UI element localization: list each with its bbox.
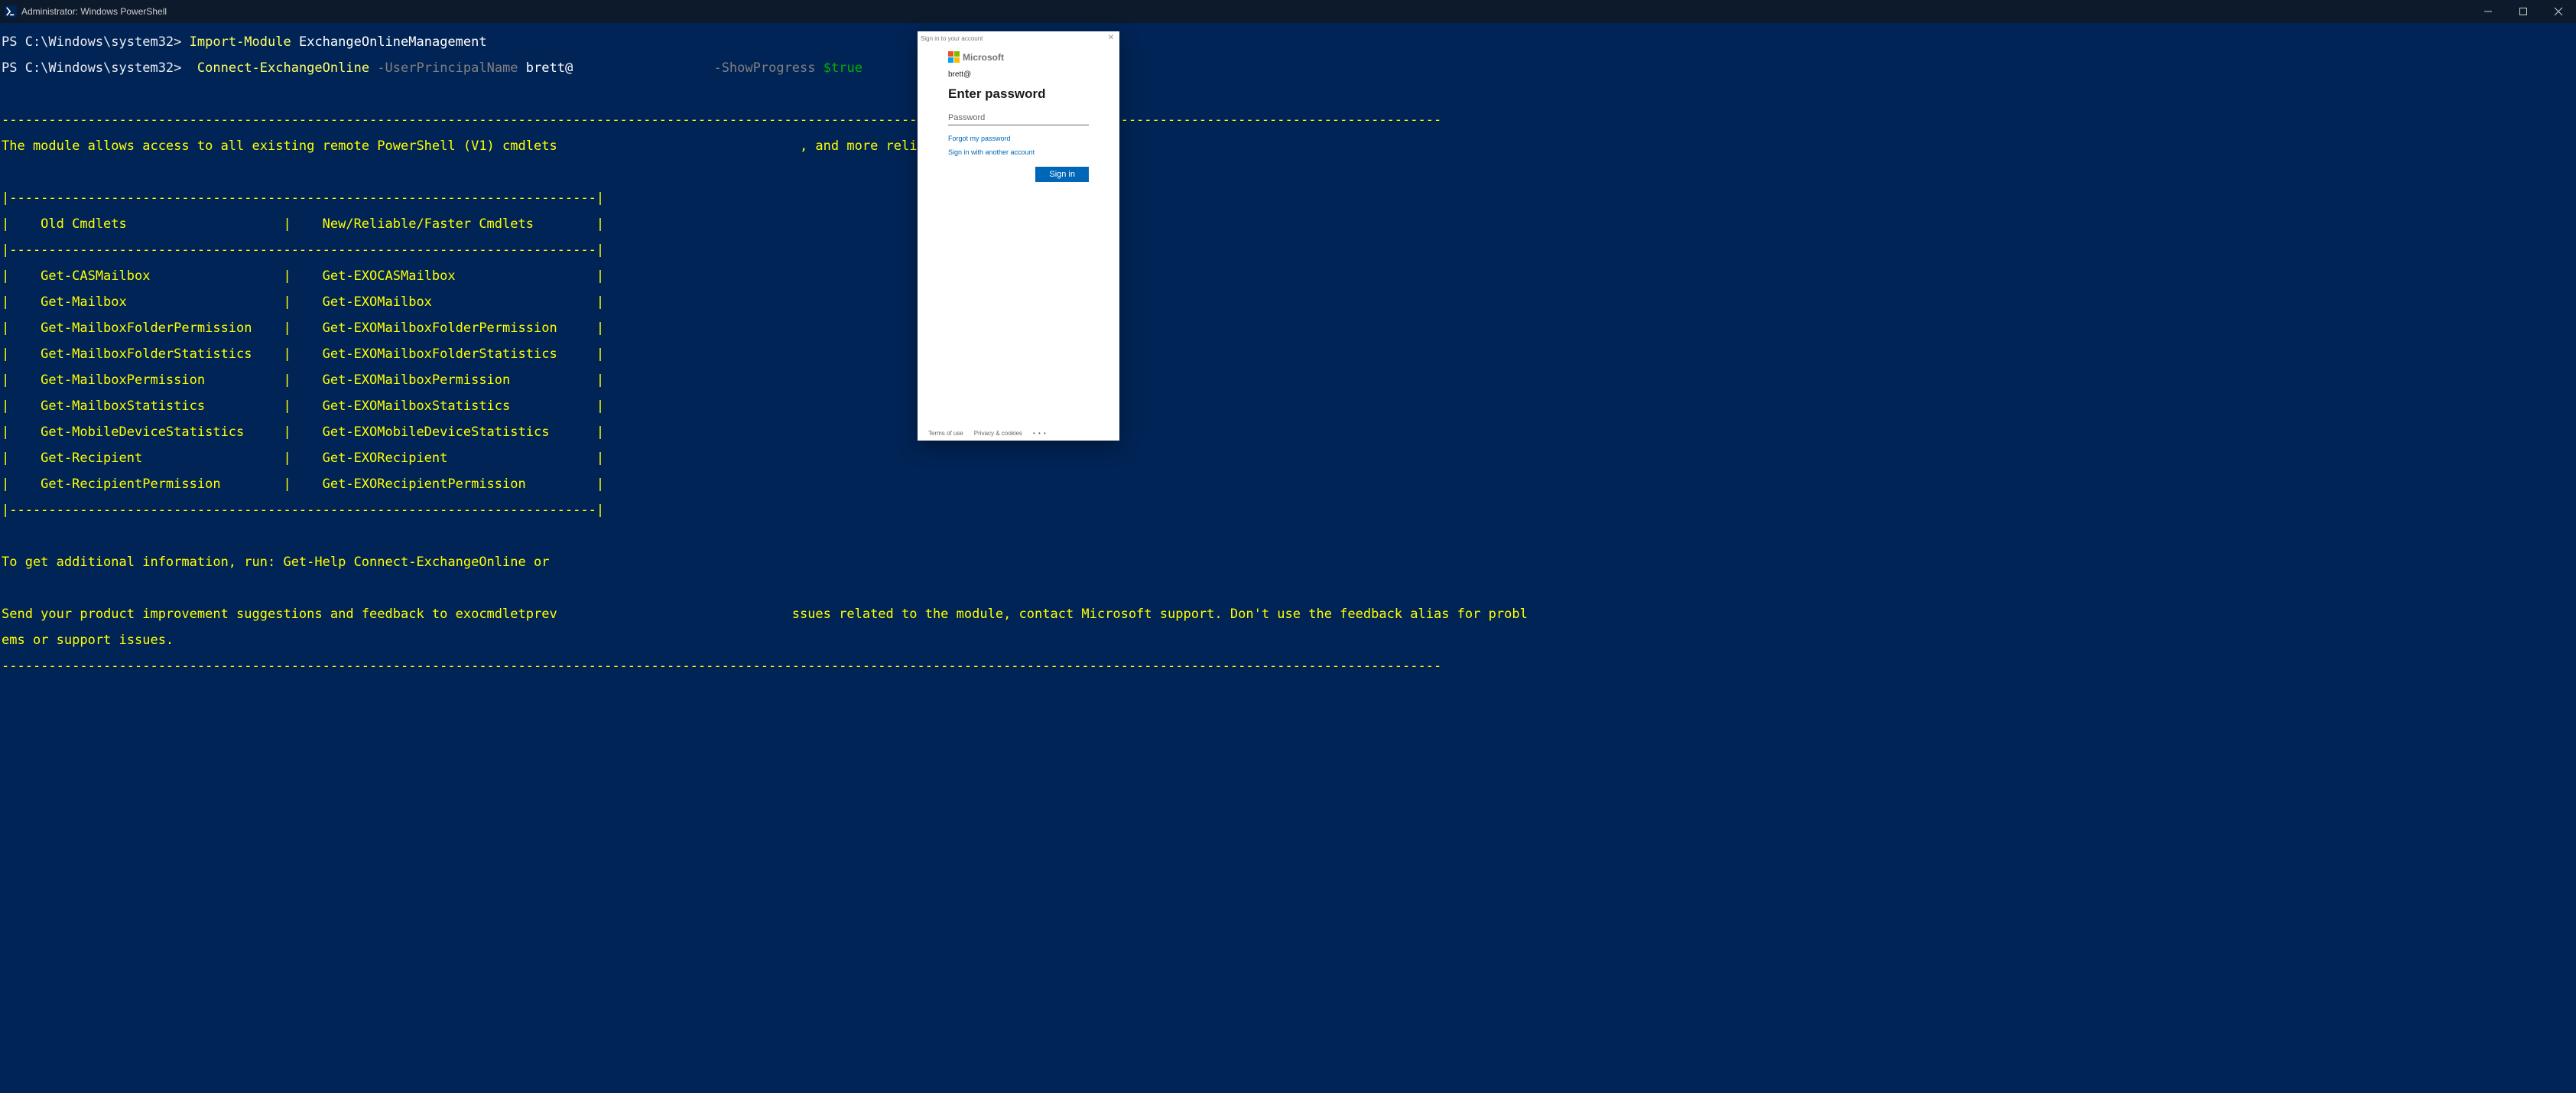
- dialog-title: Sign in to your account: [921, 35, 983, 42]
- table-row: | Get-RecipientPermission | Get-EXORecip…: [2, 478, 2574, 491]
- dialog-close-button[interactable]: ✕: [1106, 33, 1116, 44]
- prompt: PS C:\Windows\system32>: [2, 34, 181, 50]
- window-title: Administrator: Windows PowerShell: [21, 6, 167, 17]
- output-line: To get additional information, run: Get-…: [2, 556, 2574, 569]
- param: -UserPrincipalName: [377, 60, 518, 76]
- output-line: ems or support issues.: [2, 634, 2574, 647]
- output-line: ----------------------------------------…: [2, 660, 2574, 673]
- more-icon[interactable]: • • •: [1033, 430, 1047, 437]
- table-row: | Get-MailboxPermission | Get-EXOMailbox…: [2, 374, 2574, 387]
- powershell-icon: [5, 5, 17, 18]
- table-header: | Old Cmdlets | New/Reliable/Faster Cmdl…: [2, 218, 2574, 231]
- close-button[interactable]: [2541, 0, 2576, 23]
- param-value: $true: [823, 60, 862, 76]
- microsoft-logo-icon: [948, 51, 960, 63]
- dialog-heading: Enter password: [948, 86, 1089, 102]
- param-value: brett@: [526, 60, 573, 76]
- command: Connect-ExchangeOnline: [197, 60, 369, 76]
- password-input[interactable]: [948, 111, 1089, 125]
- table-row: | Get-MobileDeviceStatistics | Get-EXOMo…: [2, 426, 2574, 439]
- module-name: ExchangeOnlineManagement: [299, 34, 487, 50]
- window-titlebar: Administrator: Windows PowerShell: [0, 0, 2576, 23]
- prompt: PS C:\Windows\system32>: [2, 60, 181, 76]
- output-line: |---------------------------------------…: [2, 504, 2574, 517]
- output-line: Send your product improvement suggestion…: [2, 608, 2574, 621]
- another-account-link[interactable]: Sign in with another account: [948, 148, 1089, 156]
- terms-link[interactable]: Terms of use: [928, 430, 963, 437]
- dialog-titlebar: Sign in to your account ✕: [918, 31, 1119, 45]
- account-identity: brett@: [948, 70, 1089, 79]
- output-line: |---------------------------------------…: [2, 192, 2574, 205]
- table-row: | Get-Recipient | Get-EXORecipient |: [2, 452, 2574, 465]
- minimize-button[interactable]: [2470, 0, 2506, 23]
- output-line: |---------------------------------------…: [2, 244, 2574, 257]
- table-row: | Get-MailboxFolderPermission | Get-EXOM…: [2, 322, 2574, 335]
- param: -ShowProgress: [713, 60, 815, 76]
- table-row: | Get-Mailbox | Get-EXOMailbox |: [2, 296, 2574, 309]
- command: Import-Module: [190, 34, 291, 50]
- microsoft-logo: Microsoft: [948, 51, 1089, 63]
- microsoft-logo-text: Microsoft: [963, 52, 1004, 63]
- signin-button[interactable]: Sign in: [1035, 167, 1089, 182]
- terminal-output[interactable]: PS C:\Windows\system32> Import-Module Ex…: [0, 23, 2576, 1093]
- privacy-link[interactable]: Privacy & cookies: [974, 430, 1022, 437]
- dialog-footer: Terms of use Privacy & cookies • • •: [918, 425, 1119, 441]
- signin-dialog: Sign in to your account ✕ Microsoft bret…: [918, 31, 1119, 441]
- maximize-button[interactable]: [2506, 0, 2541, 23]
- table-row: | Get-MailboxStatistics | Get-EXOMailbox…: [2, 400, 2574, 413]
- output-line: ----------------------------------------…: [2, 114, 2574, 127]
- output-line: The module allows access to all existing…: [2, 140, 2574, 153]
- table-row: | Get-MailboxFolderStatistics | Get-EXOM…: [2, 348, 2574, 361]
- table-row: | Get-CASMailbox | Get-EXOCASMailbox |: [2, 270, 2574, 283]
- forgot-password-link[interactable]: Forgot my password: [948, 135, 1089, 142]
